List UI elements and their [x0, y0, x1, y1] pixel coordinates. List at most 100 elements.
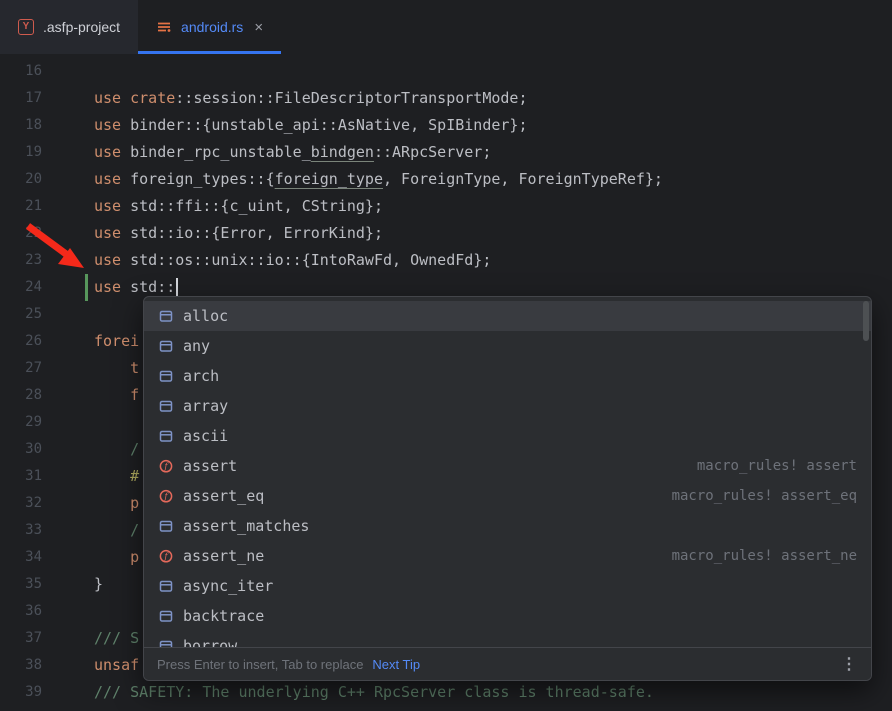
line-number: 30 [0, 436, 42, 463]
completion-item-assert[interactable]: fassertmacro_rules! assert [144, 451, 871, 481]
completion-item-tail: macro_rules! assert_eq [672, 488, 857, 504]
line-number: 31 [0, 463, 42, 490]
completion-item-async_iter[interactable]: async_iter [144, 571, 871, 601]
vcs-change-marker [85, 328, 88, 355]
completion-item-tail: macro_rules! assert_ne [672, 548, 857, 564]
macro-icon: f [158, 458, 174, 474]
completion-item-label: async_iter [183, 577, 273, 595]
completion-item-label: backtrace [183, 607, 264, 625]
code-text: use std::os::unix::io::{IntoRawFd, Owned… [94, 247, 892, 274]
more-options-icon[interactable]: ⋮ [841, 654, 858, 674]
vcs-change-marker [85, 139, 88, 166]
macro-icon: f [158, 488, 174, 504]
code-line[interactable]: 18use binder::{unstable_api::AsNative, S… [0, 112, 892, 139]
project-file-icon: Y [18, 19, 34, 35]
vcs-change-marker [85, 382, 88, 409]
module-icon [158, 518, 174, 534]
close-tab-icon[interactable]: × [254, 20, 263, 35]
completion-item-alloc[interactable]: alloc [144, 301, 871, 331]
tab-asfp-project[interactable]: Y .asfp-project [0, 0, 138, 54]
completion-item-assert_eq[interactable]: f assert_eq macro_rules! assert_eq [144, 481, 871, 511]
code-line[interactable]: 21use std::ffi::{c_uint, CString}; [0, 193, 892, 220]
code-line[interactable]: 39 /// SAFETY: The underlying C++ RpcServ… [0, 679, 892, 706]
vcs-change-marker [85, 85, 88, 112]
vcs-change-marker [85, 571, 88, 598]
vcs-change-marker [85, 355, 88, 382]
line-number: 24 [0, 274, 42, 301]
completion-item-assert_matches[interactable]: assert_matches [144, 511, 871, 541]
completion-item-borrow[interactable]: borrow [144, 631, 871, 647]
line-number: 39 [0, 679, 42, 706]
completion-item-ascii[interactable]: ascii [144, 421, 871, 451]
completion-item-label: assert_ne [183, 547, 264, 565]
vcs-change-marker [85, 112, 88, 139]
line-number: 38 [0, 652, 42, 679]
completion-item-label: array [183, 397, 228, 415]
line-number: 28 [0, 382, 42, 409]
tab-label-asfp-project: .asfp-project [43, 19, 120, 35]
code-line[interactable]: 20 use foreign_types::{foreign_type, Fore… [0, 166, 892, 193]
vcs-change-marker [85, 517, 88, 544]
rust-file-icon [156, 19, 172, 35]
code-text: use foreign_types::{foreign_type, Foreig… [94, 166, 892, 193]
completion-item-label: alloc [183, 307, 228, 325]
module-icon [158, 398, 174, 414]
line-number: 33 [0, 517, 42, 544]
line-number: 36 [0, 598, 42, 625]
next-tip-link[interactable]: Next Tip [372, 657, 420, 672]
line-number: 35 [0, 571, 42, 598]
editor-tab-bar: Y .asfp-project android.rs × [0, 0, 892, 54]
completion-item-tail: macro_rules! assert [697, 458, 857, 474]
line-number: 32 [0, 490, 42, 517]
code-line[interactable]: 22use std::io::{Error, ErrorKind}; [0, 220, 892, 247]
vcs-change-marker [85, 625, 88, 652]
annotation-arrow-icon [22, 220, 92, 276]
completion-item-label: borrow [183, 637, 237, 647]
code-line[interactable]: 17 use crate::session::FileDescriptorTran… [0, 85, 892, 112]
line-number: 37 [0, 625, 42, 652]
vcs-change-marker [85, 166, 88, 193]
completion-footer: Press Enter to insert, Tab to replace Ne… [144, 647, 871, 680]
completion-list: alloc anyarch array ascii fassertmacro_rules… [144, 297, 871, 647]
module-icon [158, 578, 174, 594]
completion-item-any[interactable]: any [144, 331, 871, 361]
line-number: 34 [0, 544, 42, 571]
completion-popup: alloc anyarch array ascii fassertmacro_rules… [143, 296, 872, 681]
completion-item-assert_ne[interactable]: fassert_nemacro_rules! assert_ne [144, 541, 871, 571]
code-line[interactable]: 16 [0, 58, 892, 85]
vcs-change-marker [85, 652, 88, 679]
completion-item-label: ascii [183, 427, 228, 445]
text-caret [176, 278, 178, 296]
vcs-change-marker [85, 58, 88, 85]
vcs-change-marker [85, 598, 88, 625]
module-icon [158, 428, 174, 444]
completion-item-label: assert_matches [183, 517, 309, 535]
line-number: 20 [0, 166, 42, 193]
code-line[interactable]: 23use std::os::unix::io::{IntoRawFd, Own… [0, 247, 892, 274]
code-line[interactable]: 19 use binder_rpc_unstable_bindgen::ARpcS… [0, 139, 892, 166]
code-text: use crate::session::FileDescriptorTransp… [94, 85, 892, 112]
line-number: 27 [0, 355, 42, 382]
vcs-change-marker [85, 544, 88, 571]
tab-label-android-rs: android.rs [181, 19, 243, 35]
line-number: 16 [0, 58, 42, 85]
line-number: 19 [0, 139, 42, 166]
vcs-change-marker [85, 193, 88, 220]
module-icon [158, 338, 174, 354]
code-text [94, 58, 892, 85]
module-icon [158, 638, 174, 647]
vcs-change-marker [85, 274, 88, 301]
line-number: 21 [0, 193, 42, 220]
vcs-change-marker [85, 463, 88, 490]
code-text: /// SAFETY: The underlying C++ RpcServer… [94, 679, 892, 706]
tab-android-rs[interactable]: android.rs × [138, 0, 281, 54]
line-number: 17 [0, 85, 42, 112]
completion-item-label: assert_eq [183, 487, 264, 505]
scrollbar-thumb[interactable] [863, 301, 869, 341]
code-text: use binder_rpc_unstable_bindgen::ARpcSer… [94, 139, 892, 166]
line-number: 18 [0, 112, 42, 139]
vcs-change-marker [85, 679, 88, 706]
completion-item-array[interactable]: array [144, 391, 871, 421]
completion-item-arch[interactable]: arch [144, 361, 871, 391]
completion-item-backtrace[interactable]: backtrace [144, 601, 871, 631]
